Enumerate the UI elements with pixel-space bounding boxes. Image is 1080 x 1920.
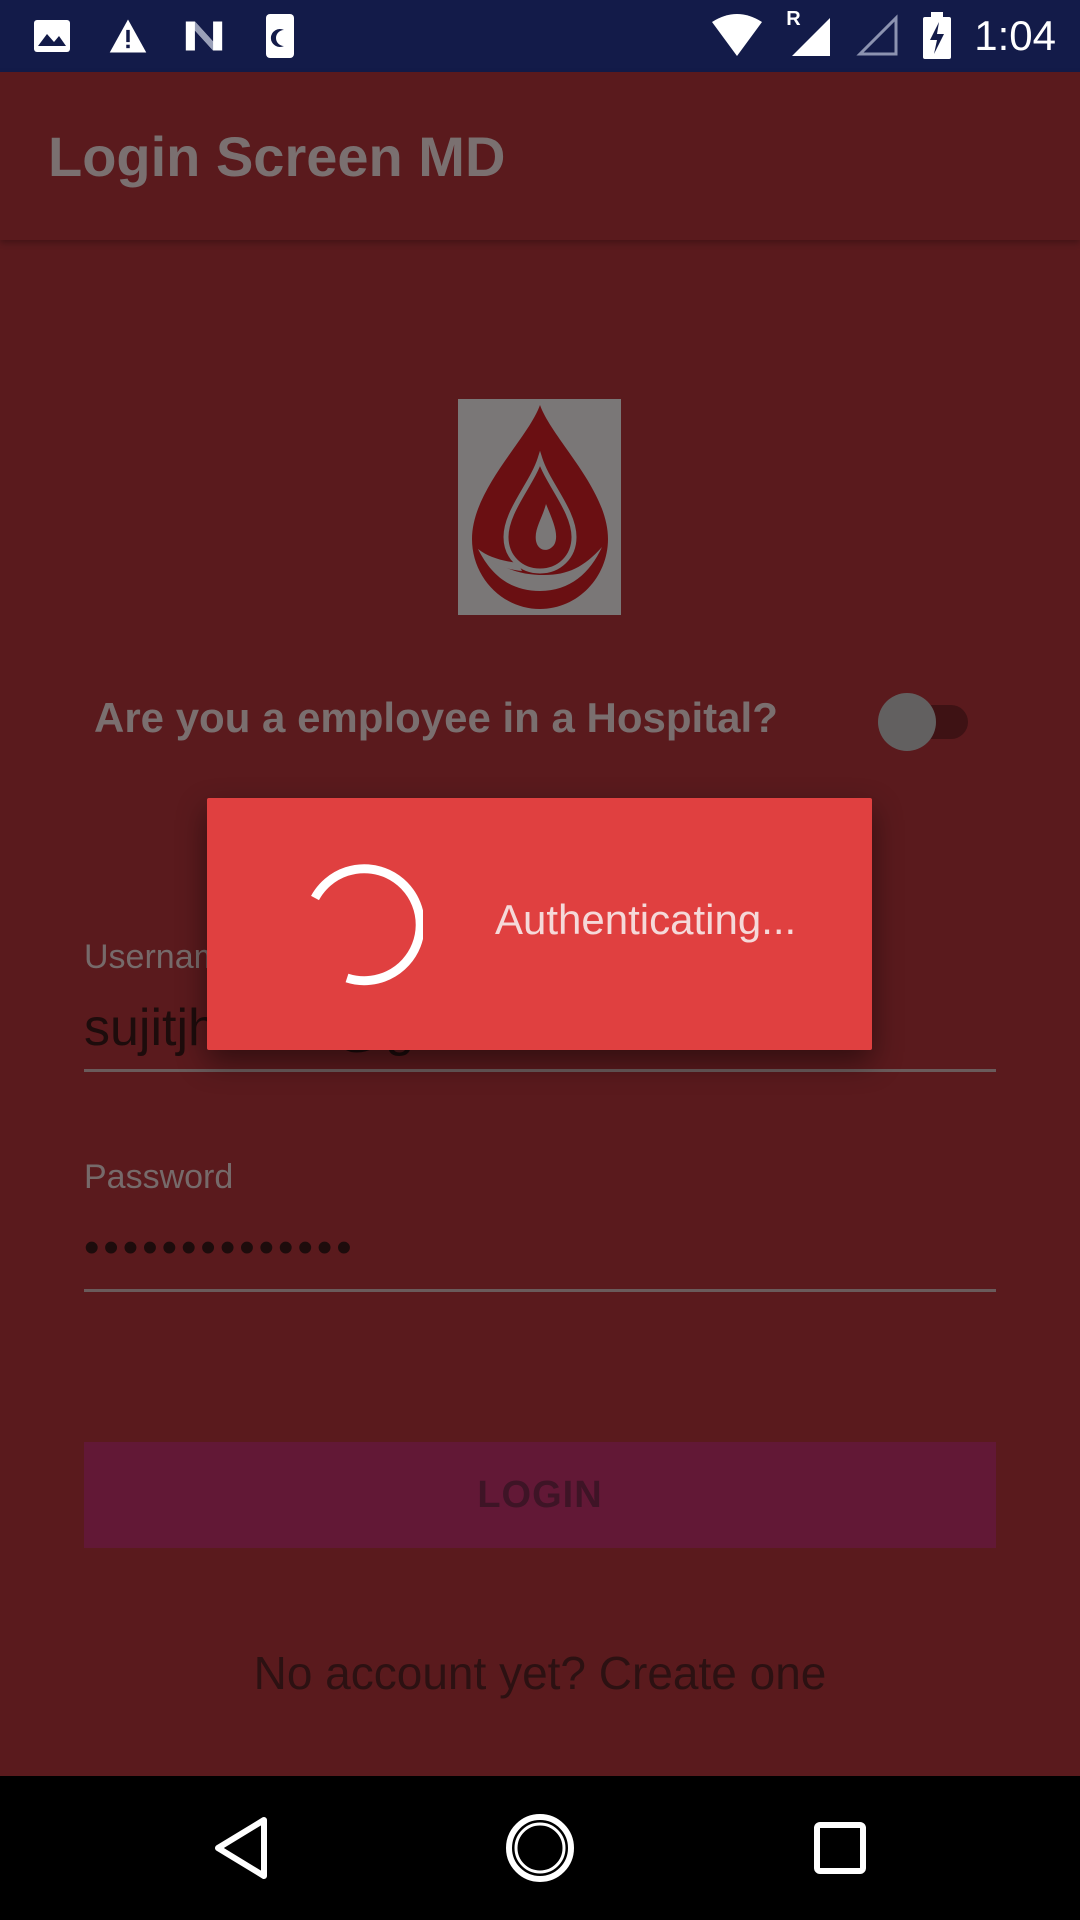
hospital-employee-question: Are you a employee in a Hospital? [94, 694, 778, 741]
hospital-employee-row: Are you a employee in a Hospital? [94, 684, 994, 754]
dialog-message: Authenticating... [495, 896, 797, 943]
blood-drop-hand-icon [472, 405, 608, 609]
roaming-label: R [786, 8, 801, 30]
warning-icon [108, 14, 148, 58]
cell-signal-roaming-icon: R [786, 8, 834, 58]
moon-icon [260, 14, 300, 58]
password-underline [84, 1289, 996, 1292]
password-field[interactable]: Password •••••••••••••• [84, 1158, 996, 1292]
username-underline [84, 1069, 996, 1072]
login-button-label: LOGIN [477, 1473, 603, 1516]
image-notification-icon [32, 14, 72, 58]
login-button[interactable]: LOGIN [84, 1442, 996, 1548]
cell-signal-empty-icon [856, 14, 900, 58]
wifi-icon [710, 14, 764, 58]
app-title: Login Screen MD [48, 125, 506, 188]
back-icon[interactable] [202, 1808, 282, 1888]
app-logo [458, 399, 621, 615]
clock: 1:04 [974, 12, 1056, 59]
loading-spinner-icon [311, 864, 423, 986]
create-account-link[interactable]: No account yet? Create one [0, 1646, 1080, 1700]
navigation-bar [0, 1776, 1080, 1920]
home-icon[interactable] [500, 1808, 580, 1888]
hospital-employee-switch[interactable] [878, 690, 968, 751]
n-logo-icon [184, 14, 224, 58]
battery-charging-icon [922, 12, 952, 59]
status-bar: R 1:04 [0, 0, 1080, 72]
system-icons: R 1:04 [710, 8, 1056, 62]
password-label: Password [84, 1158, 234, 1196]
notification-icons [32, 12, 300, 60]
progress-dialog: Authenticating... [207, 798, 872, 1050]
app-bar: Login Screen MD [0, 72, 1080, 240]
password-input[interactable]: •••••••••••••• [84, 1213, 996, 1283]
switch-thumb [878, 693, 936, 751]
recents-icon[interactable] [800, 1808, 880, 1888]
